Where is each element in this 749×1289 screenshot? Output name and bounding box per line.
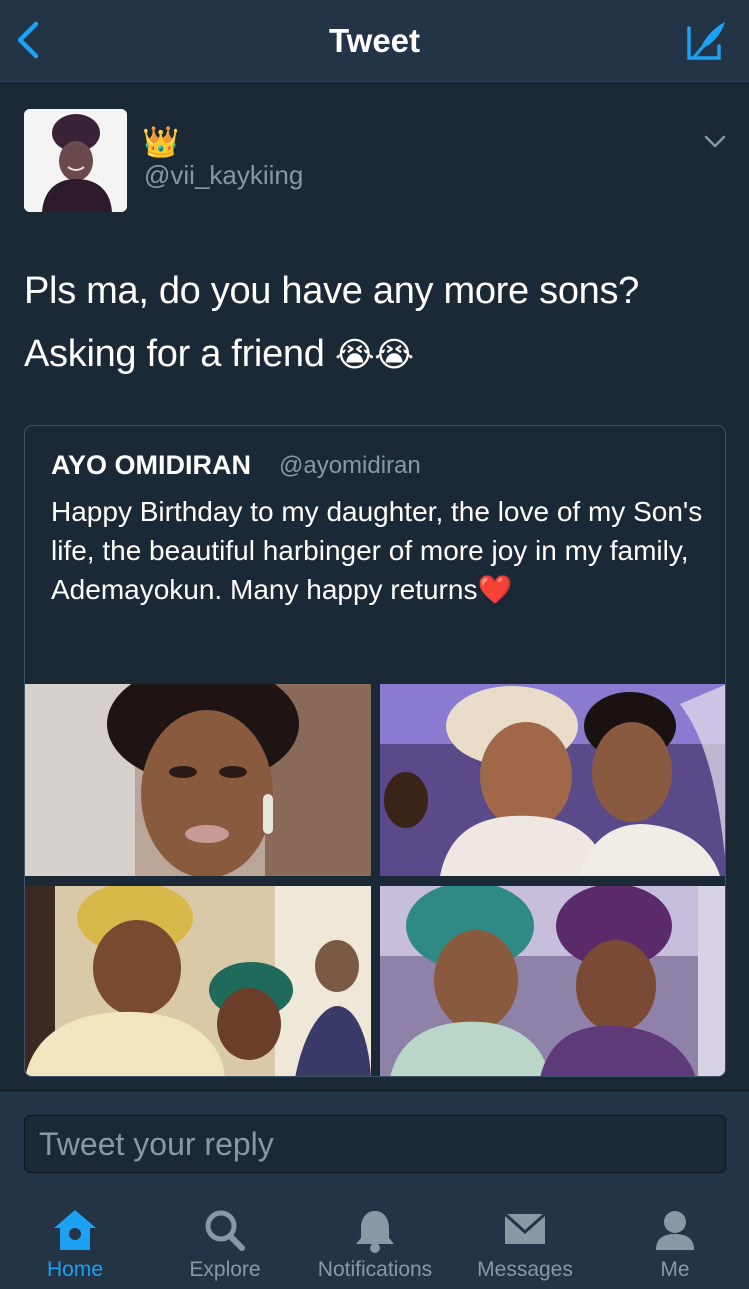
home-icon <box>54 1210 96 1250</box>
quoted-tweet-card[interactable]: AYO OMIDIRAN @ayomidiran Happy Birthday … <box>24 425 726 1077</box>
tab-home-label: Home <box>46 1258 104 1281</box>
bell-icon <box>356 1211 394 1253</box>
search-icon <box>205 1210 245 1251</box>
tab-explore-label: Explore <box>189 1258 261 1281</box>
tab-me[interactable]: Me <box>600 1200 749 1289</box>
quoted-author-handle: @ayomidiran <box>279 452 421 479</box>
tab-home[interactable]: Home <box>0 1200 150 1289</box>
tweet-options-button[interactable] <box>703 134 727 150</box>
quoted-tweet-text-body: Happy Birthday to my daughter, the love … <box>51 496 703 605</box>
crown-emoji: 👑 <box>142 126 180 159</box>
photo-2[interactable] <box>380 684 725 876</box>
photo-1[interactable] <box>25 684 371 876</box>
tweet-text-line-2: Asking for a friend 😭😭 <box>24 323 724 387</box>
tab-notifications[interactable]: Notifications <box>300 1200 450 1289</box>
reply-input[interactable] <box>24 1115 726 1173</box>
tweet-text: Pls ma, do you have any more sons? Askin… <box>24 260 724 387</box>
photo-3-image <box>25 886 371 1076</box>
photo-4[interactable] <box>380 886 725 1076</box>
tweet-detail: 👑 @vii_kaykiing Pls ma, do you have any … <box>0 84 749 1090</box>
person-icon <box>656 1211 694 1250</box>
photo-3[interactable] <box>25 886 371 1076</box>
bottom-tab-bar: Home Explore Notifications Messages Me <box>0 1200 749 1289</box>
tab-explore[interactable]: Explore <box>150 1200 300 1289</box>
tab-messages-label: Messages <box>477 1258 573 1281</box>
tab-notifications-label: Notifications <box>317 1258 433 1281</box>
tweet-author-handle[interactable]: @vii_kaykiing <box>144 160 303 191</box>
photo-4-image <box>380 886 725 1076</box>
envelope-icon <box>503 1212 547 1244</box>
chevron-down-icon <box>704 135 726 148</box>
avatar[interactable] <box>24 109 127 212</box>
top-navigation-bar: Tweet <box>0 0 749 84</box>
tweet-text-line-2-text: Asking for a friend <box>24 333 335 375</box>
page-title: Tweet <box>328 22 421 59</box>
quoted-tweet-text: Happy Birthday to my daughter, the love … <box>51 492 711 609</box>
tweet-text-line-1: Pls ma, do you have any more sons? <box>24 270 640 312</box>
reply-bar <box>0 1090 749 1200</box>
tab-me-label: Me <box>660 1258 690 1281</box>
photo-1-image <box>25 684 371 876</box>
heart-emoji: ❤️ <box>477 574 513 605</box>
compose-feather-icon <box>687 22 725 60</box>
tab-messages[interactable]: Messages <box>450 1200 600 1289</box>
crying-emoji: 😭😭 <box>334 335 414 375</box>
compose-tweet-button[interactable] <box>685 18 729 62</box>
quoted-author-name: AYO OMIDIRAN <box>51 450 252 480</box>
photo-2-image <box>380 684 725 876</box>
avatar-image <box>24 109 127 212</box>
quoted-photo-grid <box>25 684 725 1076</box>
